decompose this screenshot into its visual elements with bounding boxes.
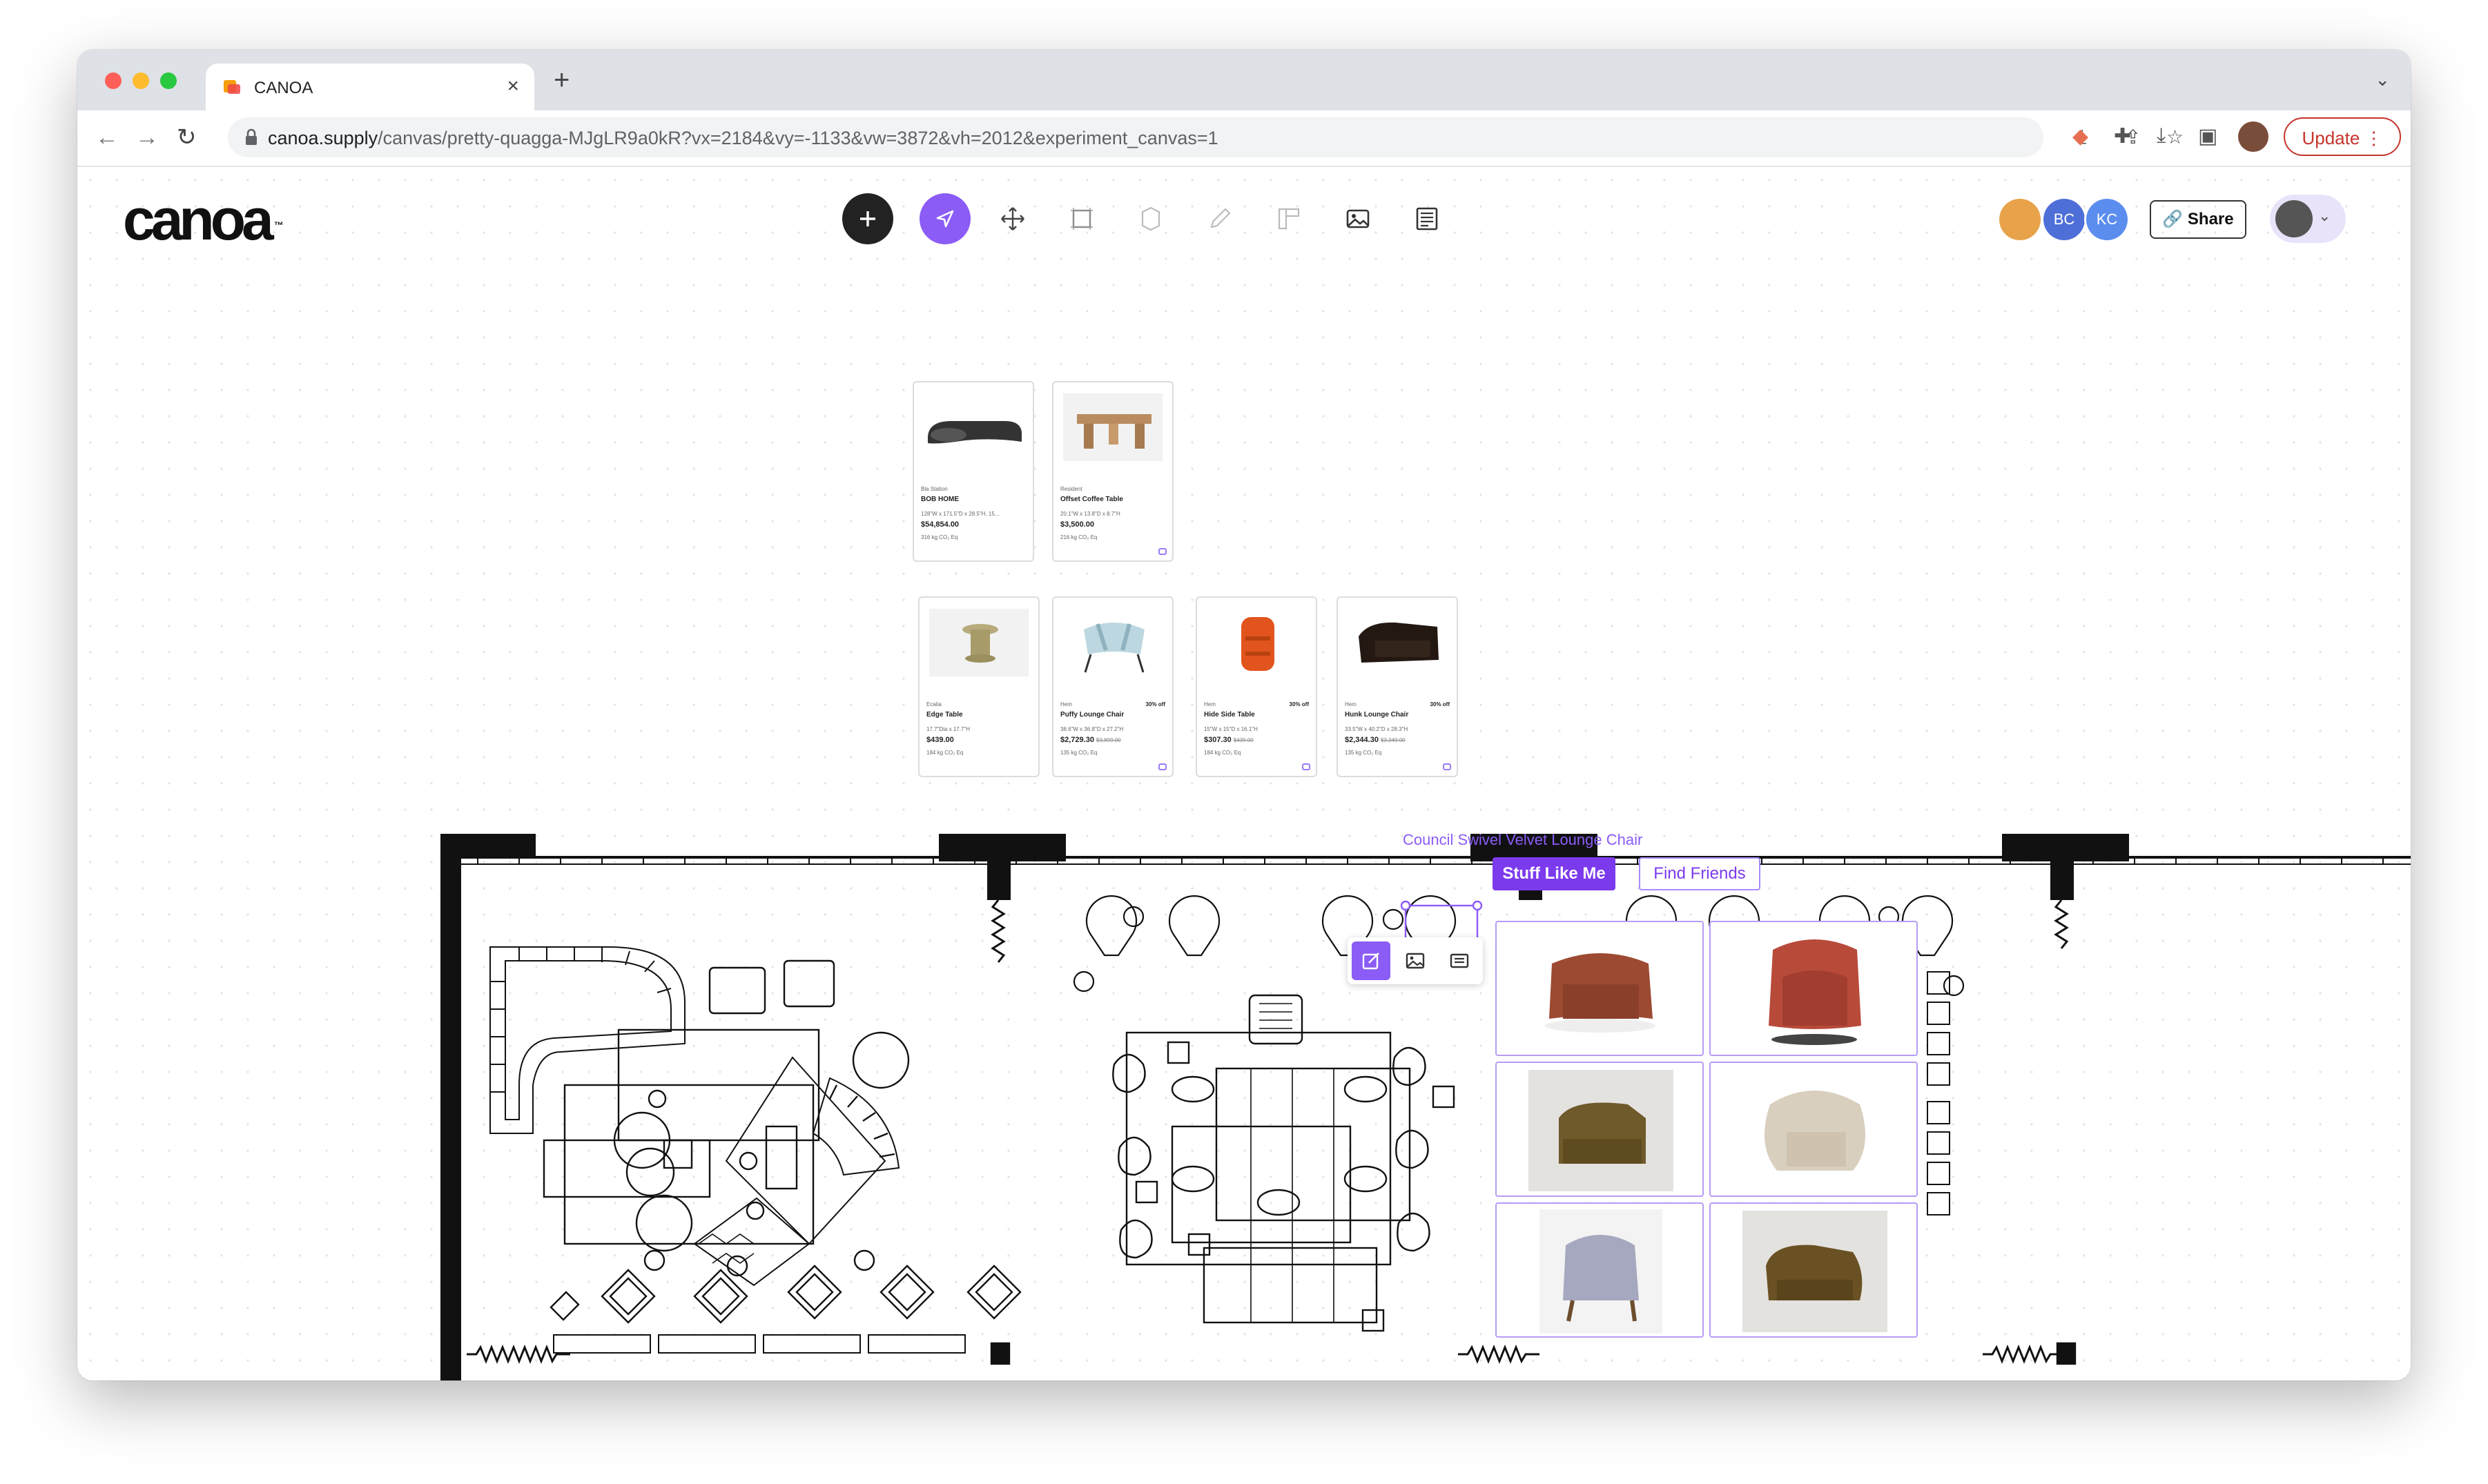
close-window-button[interactable] <box>105 72 122 89</box>
browser-tab[interactable]: CANOA × <box>206 64 534 110</box>
chair-image <box>1539 1209 1662 1334</box>
bookmark-star-icon[interactable]: ☆ <box>2166 126 2184 148</box>
similar-product-card[interactable] <box>1709 1062 1918 1197</box>
back-arrow-icon[interactable]: ← <box>95 120 119 155</box>
object-edit-toolbar <box>1348 937 1483 984</box>
similar-product-card[interactable] <box>1709 1202 1918 1338</box>
chair-image <box>1742 1211 1887 1332</box>
browser-toolbar: ← → ↻ canoa.supply/canvas/pretty-quagga-… <box>77 110 2411 167</box>
stuff-like-me-button[interactable]: Stuff Like Me <box>1493 857 1615 890</box>
forward-arrow-icon[interactable]: → <box>135 120 159 155</box>
browser-window: CANOA × + ⌄ ← → ↻ canoa.supply/canvas/pr… <box>77 50 2411 1380</box>
details-card-icon <box>1450 953 1469 968</box>
tab-bar: CANOA × + ⌄ <box>77 50 2411 110</box>
url-text[interactable]: canoa.supply/canvas/pretty-quagga-MJgLR9… <box>268 128 1218 149</box>
image-button[interactable] <box>1396 941 1435 980</box>
side-panel-icon[interactable]: ▣ <box>2198 124 2217 148</box>
lock-icon <box>246 128 257 145</box>
similar-product-card[interactable] <box>1495 1202 1704 1338</box>
find-friends-button[interactable]: Find Friends <box>1639 857 1760 890</box>
close-tab-icon[interactable]: × <box>507 75 519 98</box>
update-label: Update <box>2302 128 2360 148</box>
reload-icon[interactable]: ↻ <box>177 120 197 155</box>
chair-image <box>1528 1070 1673 1191</box>
extensions-puzzle-icon[interactable]: ✚ <box>2114 124 2131 148</box>
browser-profile-avatar[interactable] <box>2238 121 2268 152</box>
floor-plan-drawing[interactable] <box>77 167 2411 1380</box>
image-icon <box>1406 953 1425 969</box>
design-canvas[interactable]: canoa ™ BC KC 🔗 Share ⌄ Bla Station BOB … <box>77 167 2411 1380</box>
tab-title: CANOA <box>254 79 313 97</box>
bench-row <box>553 1334 966 1354</box>
more-menu-icon: ⋮ <box>2364 128 2383 148</box>
similar-product-card[interactable] <box>1709 921 1918 1056</box>
edit-button[interactable] <box>1352 941 1390 980</box>
minimize-window-button[interactable] <box>133 72 149 89</box>
edit-pencil-icon <box>1362 953 1379 970</box>
url-host: canoa.supply <box>268 128 378 148</box>
similar-product-card[interactable] <box>1495 921 1704 1056</box>
details-button[interactable] <box>1440 941 1479 980</box>
extension-colorful-icon[interactable]: ◆ <box>2072 124 2088 148</box>
address-bar[interactable]: canoa.supply/canvas/pretty-quagga-MJgLR9… <box>228 117 2184 157</box>
downloads-icon[interactable]: ⤓ <box>2157 124 2166 148</box>
similar-product-card[interactable] <box>1495 1062 1704 1197</box>
chair-image <box>1769 939 1861 1045</box>
url-path: /canvas/pretty-quagga-MJgLR9a0kR?vx=2184… <box>378 128 1218 148</box>
tab-search-chevron-icon[interactable]: ⌄ <box>2375 69 2390 90</box>
chair-image <box>1545 953 1655 1033</box>
new-tab-icon[interactable]: + <box>554 66 570 94</box>
selected-item-label: Council Swivel Velvet Lounge Chair <box>1403 831 1643 848</box>
update-button[interactable]: Update ⋮ <box>2284 117 2401 156</box>
curved-sofa-left <box>489 946 686 1134</box>
chair-image <box>1765 1091 1865 1171</box>
armchairs-row <box>601 1249 1022 1324</box>
zoom-window-button[interactable] <box>160 72 177 89</box>
similar-products-grid <box>1495 921 1932 1347</box>
canoa-favicon-icon <box>224 80 240 94</box>
